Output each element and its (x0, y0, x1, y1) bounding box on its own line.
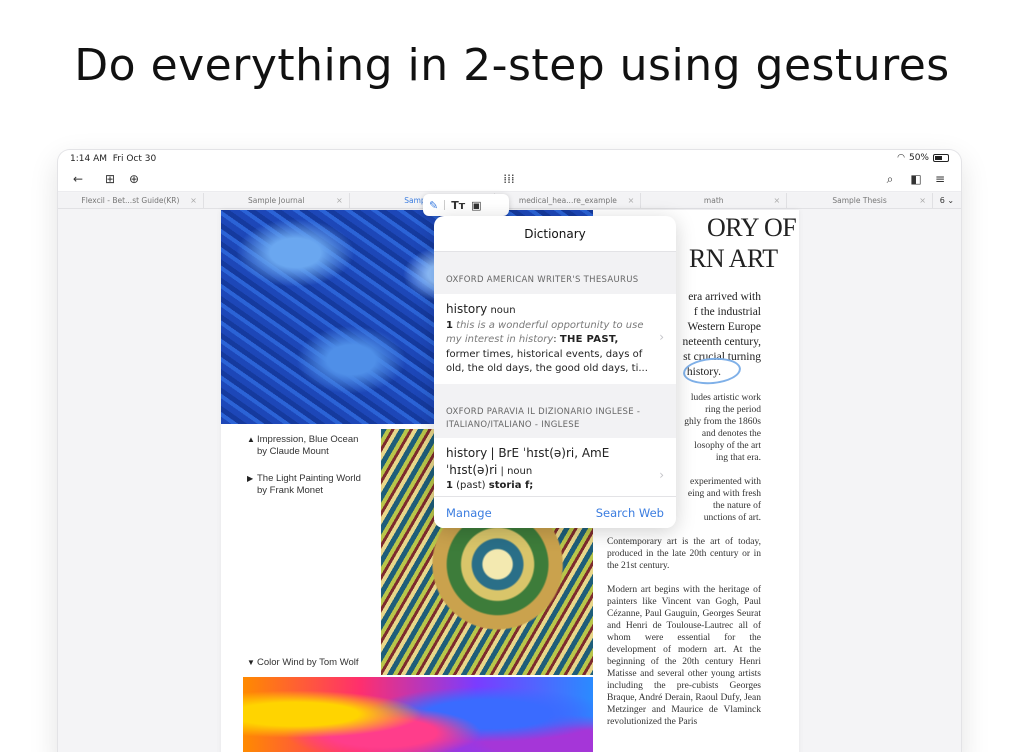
grid-icon[interactable]: ⊞ (102, 172, 118, 186)
status-bar: 1:14 AM Fri Oct 30 ◠ 50% (58, 150, 961, 168)
tab-flexcil-guide[interactable]: Flexcil - Bet...st Guide(KR) × (58, 193, 204, 208)
caption-color-wind: ▼ Color Wind by Tom Wolf (247, 657, 359, 668)
dictionary-section-thesaurus: OXFORD AMERICAN WRITER'S THESAURUS (434, 252, 676, 294)
status-time: 1:14 AM Fri Oct 30 (70, 154, 157, 164)
image-tool-icon[interactable]: ▣ (471, 199, 481, 212)
tab-count-dropdown[interactable]: 6 ⌄ (933, 193, 961, 208)
add-page-icon[interactable]: ⊕ (126, 172, 142, 186)
chevron-right-icon: › (659, 330, 664, 344)
battery-icon (933, 154, 949, 162)
menu-icon[interactable]: ≡ (932, 172, 948, 186)
dictionary-section-italian: OXFORD PARAVIA IL DIZIONARIO INGLESE - I… (434, 384, 676, 438)
dictionary-entry-thesaurus[interactable]: history noun 1 this is a wonderful oppor… (434, 294, 676, 384)
pen-tool-icon[interactable]: ✎ (429, 199, 438, 212)
apps-grid-icon[interactable]: ⁞⁞⁞ (501, 172, 517, 186)
close-icon[interactable]: × (628, 193, 635, 208)
view-toggle-icon[interactable]: ◧ (908, 172, 924, 186)
tab-sample-journal[interactable]: Sample Journal × (204, 193, 350, 208)
chevron-right-icon: › (659, 468, 664, 482)
divider (444, 200, 446, 210)
dictionary-footer: Manage Search Web (434, 496, 676, 528)
search-icon[interactable]: ⌕ (882, 172, 898, 187)
floating-pen-toolbar: ✎ Tт ▣ (423, 194, 509, 216)
close-icon[interactable]: × (773, 193, 780, 208)
app-toolbar: ← ⊞ ⊕ ⁞⁞⁞ ⌕ ◧ ≡ (58, 168, 961, 192)
ipad-screen: 1:14 AM Fri Oct 30 ◠ 50% ← ⊞ ⊕ ⁞⁞⁞ ⌕ ◧ ≡… (58, 150, 961, 752)
caption-light-world: ▶ The Light Painting World by Frank Monet (247, 473, 361, 496)
back-arrow-icon[interactable]: ← (70, 172, 86, 186)
search-web-button[interactable]: Search Web (596, 497, 664, 528)
manage-button[interactable]: Manage (446, 497, 492, 528)
dictionary-popover: Dictionary OXFORD AMERICAN WRITER'S THES… (434, 216, 676, 528)
tab-medical[interactable]: medical_hea...re_example × (495, 193, 642, 208)
painting-color-wind (243, 677, 593, 752)
headline: Do everything in 2-step using gestures (74, 40, 950, 91)
text-tool-icon[interactable]: Tт (451, 199, 465, 212)
dictionary-title: Dictionary (434, 216, 676, 252)
status-right: ◠ 50% (897, 153, 949, 163)
close-icon[interactable]: × (919, 193, 926, 208)
caption-blue-ocean: ▲ Impression, Blue Ocean by Claude Mount (247, 434, 359, 457)
battery-percent: 50% (908, 153, 929, 163)
wifi-icon: ◠ (897, 153, 905, 163)
close-icon[interactable]: × (190, 193, 197, 208)
tab-sample-thesis[interactable]: Sample Thesis × (787, 193, 933, 208)
close-icon[interactable]: × (336, 193, 343, 208)
tab-math[interactable]: math × (641, 193, 788, 208)
dictionary-entry-italian[interactable]: history | BrE ˈhɪst(ə)ri, AmE ˈhɪst(ə)ri… (434, 438, 676, 496)
document-tabs: Flexcil - Bet...st Guide(KR) × Sample Jou… (58, 193, 961, 209)
